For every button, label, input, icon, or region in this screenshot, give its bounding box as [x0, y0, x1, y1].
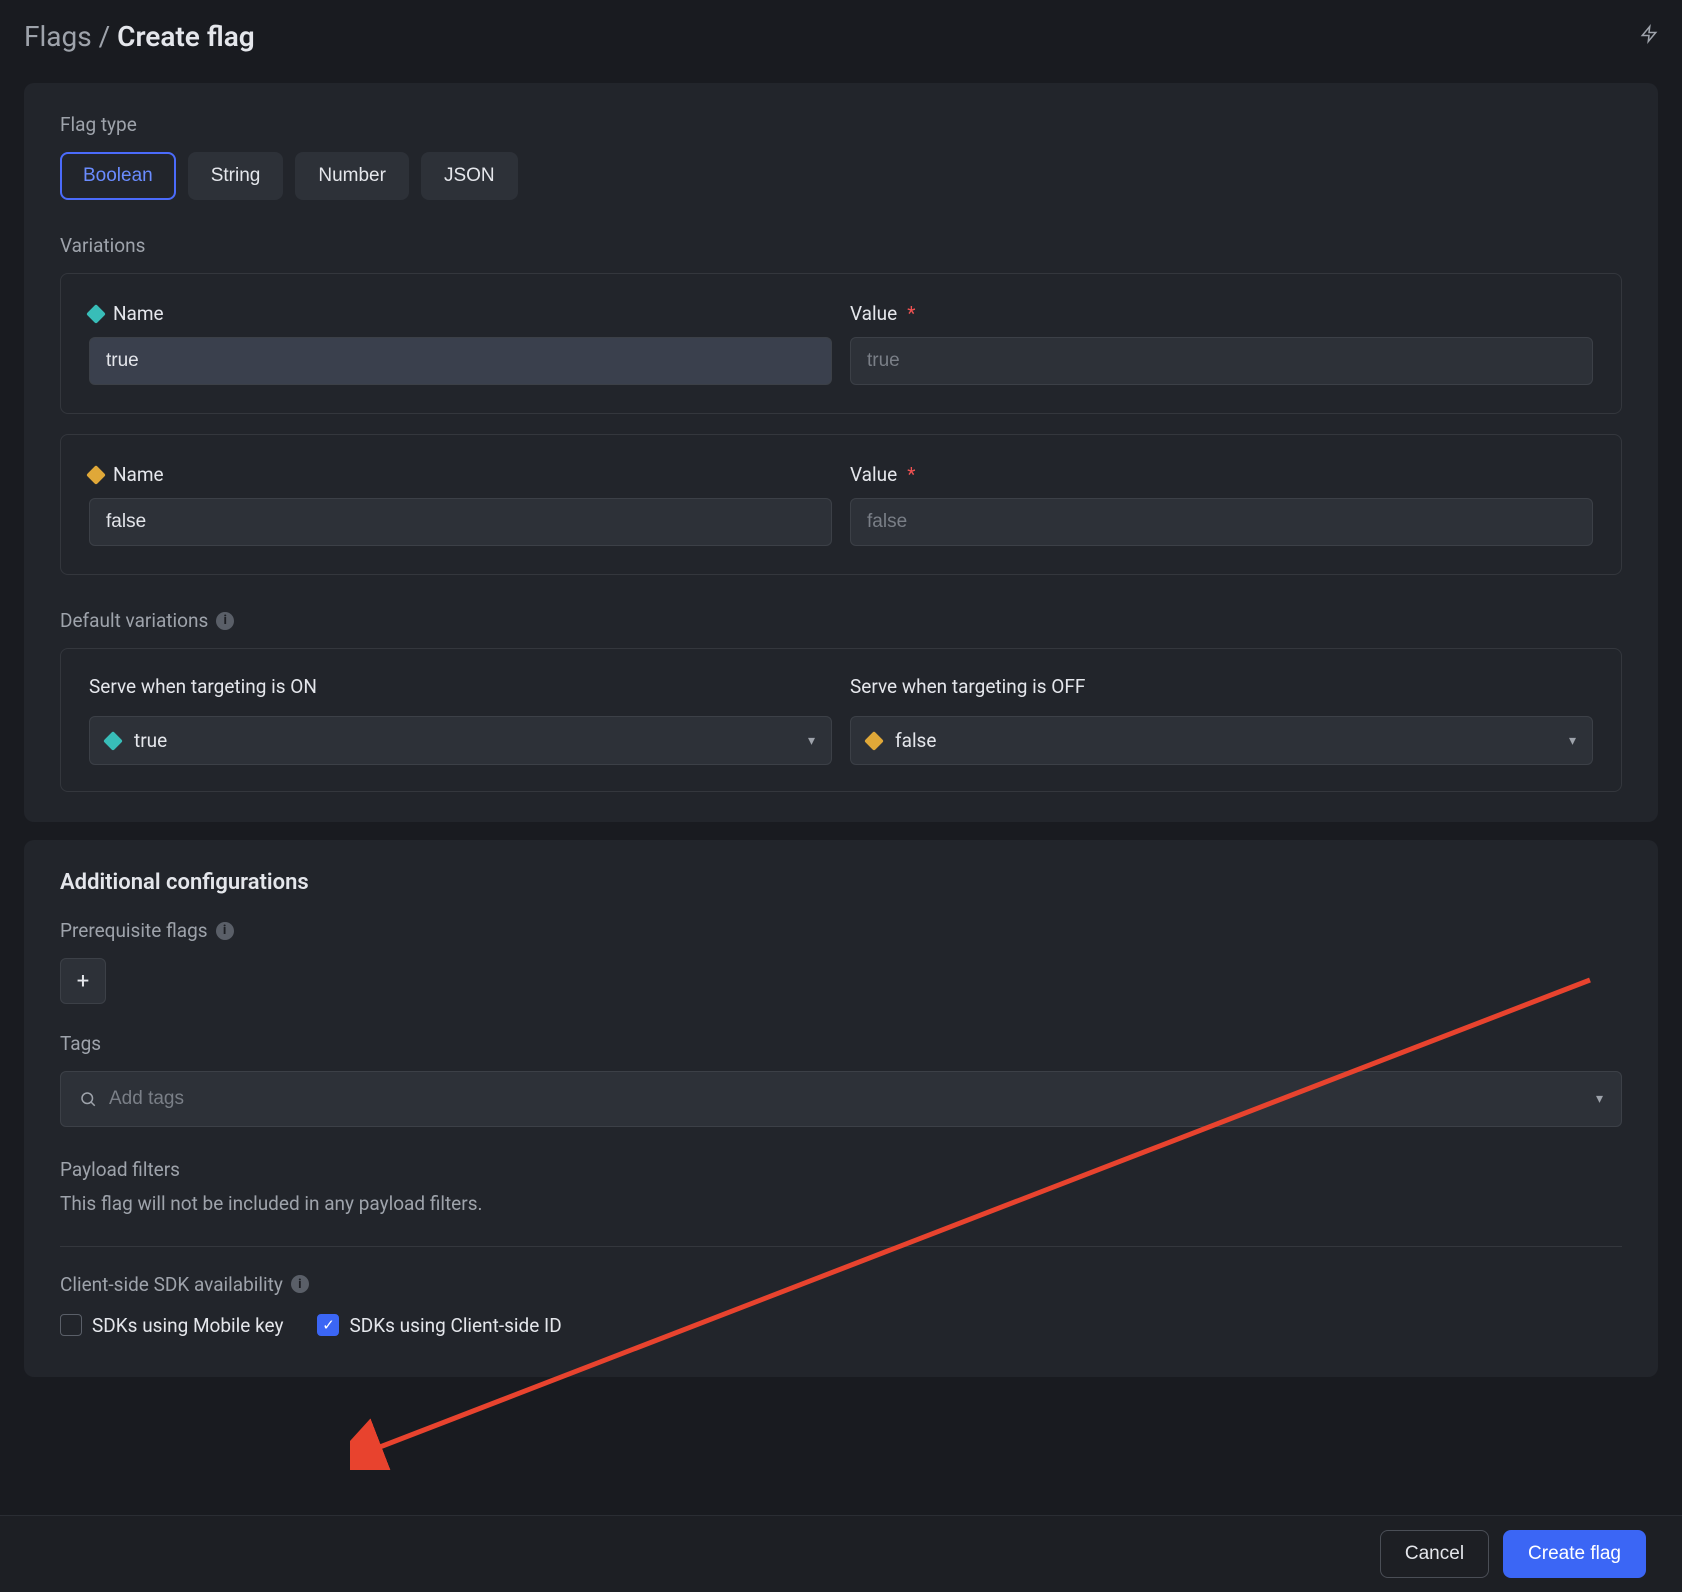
breadcrumb-current: Create flag — [117, 20, 255, 53]
breadcrumb-separator: / — [99, 20, 111, 53]
prerequisite-flags-label: Prerequisite flags i — [60, 919, 1622, 942]
label-text: Prerequisite flags — [60, 919, 208, 942]
field-label-text: Value — [850, 463, 897, 486]
chevron-down-icon: ▾ — [808, 733, 815, 749]
plus-icon: + — [77, 969, 89, 994]
field-label-text: Name — [113, 463, 164, 486]
default-variations-panel: Serve when targeting is ON true ▾ Serve … — [60, 648, 1622, 792]
required-marker: * — [907, 302, 915, 325]
tab-boolean[interactable]: Boolean — [60, 152, 176, 200]
checkbox-label: SDKs using Mobile key — [92, 1314, 283, 1337]
diamond-icon — [86, 304, 106, 324]
serve-on-label: Serve when targeting is ON — [89, 675, 832, 698]
variation-value-label: Value * — [850, 302, 1593, 325]
serve-off-select[interactable]: false ▾ — [850, 716, 1593, 765]
create-flag-button[interactable]: Create flag — [1503, 1530, 1646, 1578]
variations-label: Variations — [60, 234, 1622, 257]
field-label-text: Name — [113, 302, 164, 325]
breadcrumb-parent[interactable]: Flags — [24, 20, 92, 53]
flag-type-tabs: Boolean String Number JSON — [60, 152, 1622, 200]
label-text: Client-side SDK availability — [60, 1273, 283, 1296]
diamond-icon — [864, 731, 884, 751]
payload-filters-label: Payload filters — [60, 1155, 1622, 1185]
variation-name-label: Name — [89, 463, 832, 486]
bolt-icon[interactable] — [1640, 23, 1658, 50]
tab-number[interactable]: Number — [295, 152, 409, 200]
info-icon[interactable]: i — [291, 1275, 309, 1293]
info-icon[interactable]: i — [216, 922, 234, 940]
tab-string[interactable]: String — [188, 152, 284, 200]
divider — [60, 1246, 1622, 1247]
sdk-availability-label: Client-side SDK availability i — [60, 1273, 1622, 1296]
payload-filters-text: This flag will not be included in any pa… — [60, 1189, 1622, 1219]
serve-off-label: Serve when targeting is OFF — [850, 675, 1593, 698]
tags-label: Tags — [60, 1032, 1622, 1055]
sdk-client-checkbox[interactable]: ✓ SDKs using Client-side ID — [317, 1314, 561, 1337]
additional-config-title: Additional configurations — [60, 870, 1622, 895]
variation-card: Name Value * — [60, 273, 1622, 414]
variation-value-input — [850, 337, 1593, 385]
variation-card: Name Value * — [60, 434, 1622, 575]
checkbox-box — [60, 1314, 82, 1336]
variation-value-input — [850, 498, 1593, 546]
tab-json[interactable]: JSON — [421, 152, 518, 200]
flag-config-panel: Flag type Boolean String Number JSON Var… — [24, 83, 1658, 822]
variation-name-input[interactable] — [89, 498, 832, 546]
checkbox-label: SDKs using Client-side ID — [349, 1314, 561, 1337]
diamond-icon — [86, 465, 106, 485]
add-prerequisite-button[interactable]: + — [60, 958, 106, 1004]
flag-type-label: Flag type — [60, 113, 1622, 136]
info-icon[interactable]: i — [216, 612, 234, 630]
select-value: true — [134, 729, 167, 752]
breadcrumb: Flags / Create flag — [24, 20, 255, 53]
label-text: Default variations — [60, 609, 208, 632]
serve-on-select[interactable]: true ▾ — [89, 716, 832, 765]
tags-input[interactable] — [109, 1088, 1584, 1110]
cancel-button[interactable]: Cancel — [1380, 1530, 1489, 1578]
default-variations-label: Default variations i — [60, 609, 1622, 632]
chevron-down-icon: ▾ — [1569, 733, 1576, 749]
field-label-text: Value — [850, 302, 897, 325]
additional-config-panel: Additional configurations Prerequisite f… — [24, 840, 1658, 1377]
chevron-down-icon: ▾ — [1596, 1091, 1603, 1107]
tags-input-container[interactable]: ▾ — [60, 1071, 1622, 1127]
variation-name-label: Name — [89, 302, 832, 325]
select-value: false — [895, 729, 936, 752]
diamond-icon — [103, 731, 123, 751]
variation-value-label: Value * — [850, 463, 1593, 486]
footer-bar: Cancel Create flag — [0, 1515, 1682, 1592]
variation-name-input[interactable] — [89, 337, 832, 385]
required-marker: * — [907, 463, 915, 486]
checkbox-box: ✓ — [317, 1314, 339, 1336]
sdk-mobile-checkbox[interactable]: SDKs using Mobile key — [60, 1314, 283, 1337]
search-icon — [79, 1090, 97, 1108]
